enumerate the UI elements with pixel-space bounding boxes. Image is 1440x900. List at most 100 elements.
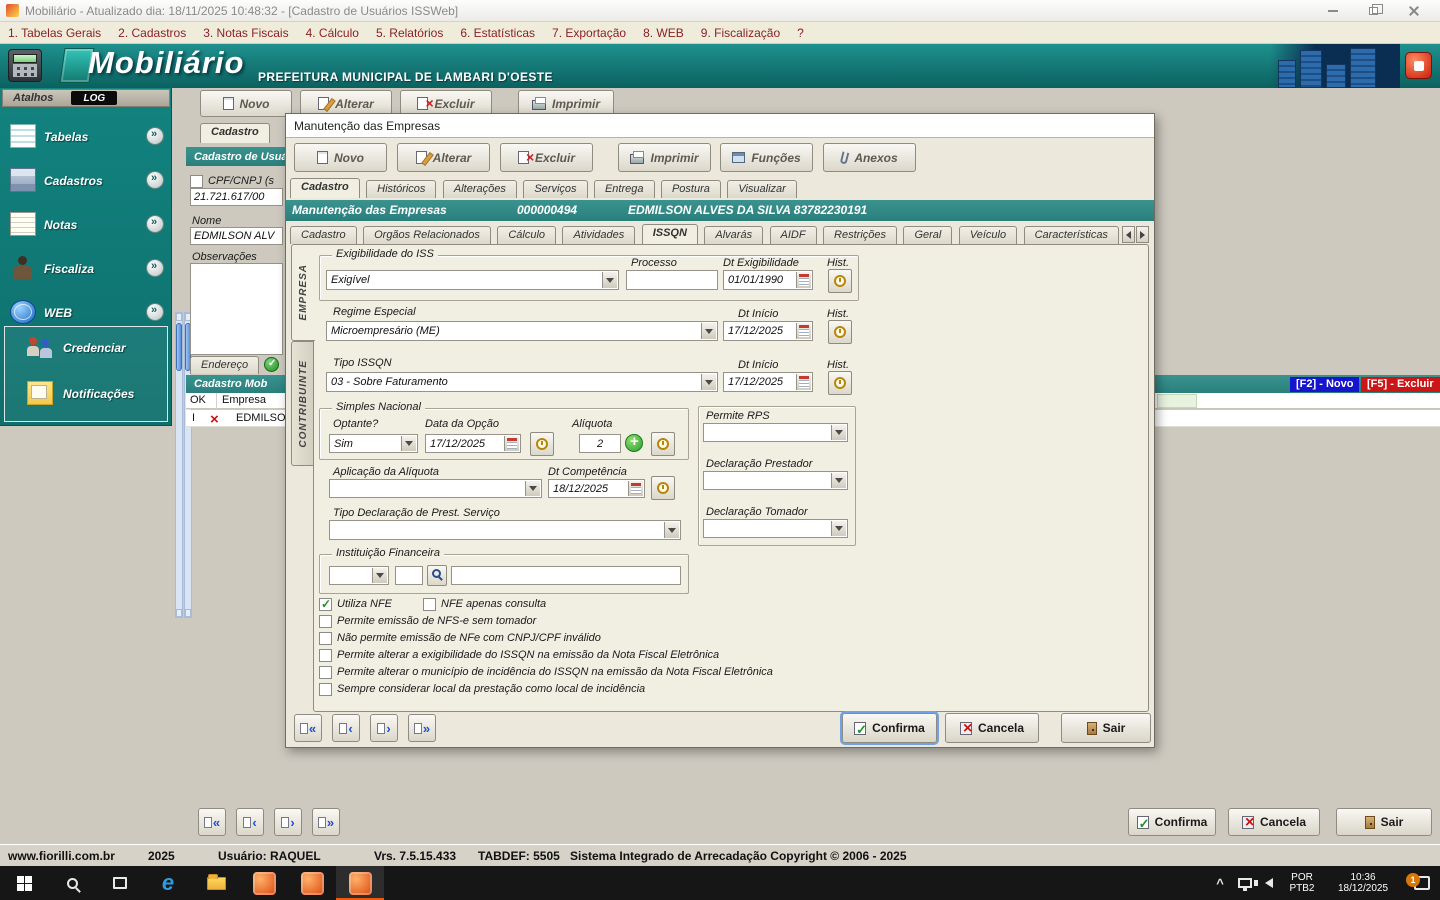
competencia-hist-button[interactable]: [651, 476, 675, 500]
data-opcao-field[interactable]: 17/12/2025: [425, 434, 521, 453]
task-view-button[interactable]: [96, 866, 144, 900]
inst-fin-codigo-field[interactable]: [395, 566, 423, 585]
menu-web[interactable]: 8. WEB: [643, 26, 684, 40]
sidebar-item-cadastros[interactable]: Cadastros: [44, 174, 103, 188]
dropdown-icon[interactable]: [831, 425, 846, 440]
tab-postura[interactable]: Postura: [661, 180, 721, 198]
cpf-field[interactable]: [190, 188, 283, 206]
tab-inner-cadastro[interactable]: Cadastro: [290, 226, 357, 244]
dropdown-icon[interactable]: [525, 481, 540, 496]
tab-scroll-left-button[interactable]: [1122, 226, 1135, 243]
dropdown-icon[interactable]: [602, 272, 617, 288]
log-button[interactable]: LOG: [71, 91, 117, 105]
modal-anexos-button[interactable]: Anexos: [823, 143, 916, 172]
menu-fiscalizacao[interactable]: 9. Fiscalização: [701, 26, 780, 40]
nfe-cnpj-invalido-checkbox[interactable]: [319, 632, 332, 645]
dropdown-icon[interactable]: [701, 374, 716, 390]
dropdown-icon[interactable]: [372, 568, 387, 583]
decl-tomador-combo[interactable]: [703, 519, 848, 538]
tab-aidf[interactable]: AIDF: [770, 226, 817, 244]
menu-exportacao[interactable]: 7. Exportação: [552, 26, 626, 40]
tipo-hist-button[interactable]: [828, 371, 852, 395]
dt-competencia-field[interactable]: 18/12/2025: [548, 479, 645, 498]
tab-orgaos-relacionados[interactable]: Orgãos Relacionados: [363, 226, 491, 244]
scroll-up-icon[interactable]: [176, 313, 182, 321]
scrollbar-thumb[interactable]: [176, 323, 182, 371]
nome-field[interactable]: [190, 227, 283, 245]
menu-notas-fiscais[interactable]: 3. Notas Fiscais: [203, 26, 288, 40]
side-tab-empresa[interactable]: EMPRESA: [291, 244, 315, 341]
atalhos-tab[interactable]: Atalhos: [13, 92, 53, 104]
vertical-scrollbar[interactable]: [175, 312, 183, 618]
alterar-exigibilidade-checkbox[interactable]: [319, 649, 332, 662]
sidebar-item-tabelas[interactable]: Tabelas: [44, 130, 88, 144]
notas-expand-icon[interactable]: [146, 215, 164, 233]
tipo-dt-inicio-field[interactable]: 17/12/2025: [723, 372, 813, 392]
tab-veiculo[interactable]: Veículo: [959, 226, 1017, 244]
language-indicator[interactable]: PORPTB2: [1282, 866, 1322, 900]
regime-hist-button[interactable]: [828, 320, 852, 344]
modal-confirma-button[interactable]: Confirma: [842, 713, 937, 743]
bg-sair-button[interactable]: Sair: [1336, 808, 1432, 836]
menu-estatisticas[interactable]: 6. Estatísticas: [460, 26, 535, 40]
close-button[interactable]: [1400, 1, 1426, 21]
calendar-icon[interactable]: [796, 272, 811, 288]
banner-exit-button[interactable]: [1405, 52, 1432, 79]
bg-cancela-button[interactable]: Cancela: [1228, 808, 1320, 836]
web-collapse-icon[interactable]: [146, 303, 164, 321]
alterar-municipio-checkbox[interactable]: [319, 666, 332, 679]
tab-calculo[interactable]: Cálculo: [497, 226, 556, 244]
volume-tray-button[interactable]: [1256, 866, 1282, 900]
calendar-icon[interactable]: [796, 323, 811, 339]
inst-fin-nome-field[interactable]: [451, 566, 681, 585]
dropdown-icon[interactable]: [701, 323, 716, 339]
inst-fin-search-button[interactable]: [427, 565, 447, 586]
observacoes-field[interactable]: [190, 263, 283, 355]
modal-nav-prev-button[interactable]: [332, 714, 360, 742]
fiorilli-app-3-button[interactable]: [336, 866, 384, 900]
minimize-button[interactable]: [1320, 1, 1346, 21]
sidebar-item-web[interactable]: WEB: [44, 306, 72, 320]
aliquota-field[interactable]: [579, 434, 621, 453]
dropdown-icon[interactable]: [831, 473, 846, 488]
tab-atividades[interactable]: Atividades: [562, 226, 635, 244]
inst-fin-tipo-combo[interactable]: [329, 566, 389, 585]
opcao-hist-button[interactable]: [530, 432, 554, 456]
decl-prestador-combo[interactable]: [703, 471, 848, 490]
bg-nav-last-button[interactable]: [312, 808, 340, 836]
sidebar-item-credenciar[interactable]: Credenciar: [63, 341, 126, 355]
exigibilidade-hist-button[interactable]: [828, 269, 852, 293]
tab-visualizar[interactable]: Visualizar: [727, 180, 797, 198]
modal-nav-last-button[interactable]: [408, 714, 436, 742]
tab-servicos[interactable]: Serviços: [523, 180, 587, 198]
sidebar-item-fiscaliza[interactable]: Fiscaliza: [44, 262, 94, 276]
menu-help[interactable]: ?: [797, 26, 804, 40]
tab-entrega[interactable]: Entrega: [594, 180, 655, 198]
tab-scroll-right-button[interactable]: [1136, 226, 1149, 243]
bg-novo-button[interactable]: Novo: [200, 90, 292, 117]
calendar-icon[interactable]: [796, 374, 811, 390]
tabelas-expand-icon[interactable]: [146, 127, 164, 145]
aplicacao-combo[interactable]: [329, 479, 542, 498]
modal-funcoes-button[interactable]: Funções: [720, 143, 813, 172]
cpf-checkbox[interactable]: [190, 175, 203, 188]
regime-dt-inicio-field[interactable]: 17/12/2025: [723, 321, 813, 341]
tab-historicos[interactable]: Históricos: [366, 180, 436, 198]
menu-cadastros[interactable]: 2. Cadastros: [118, 26, 186, 40]
modal-alterar-button[interactable]: Alterar: [397, 143, 490, 172]
utiliza-nfe-checkbox[interactable]: [319, 598, 332, 611]
clock[interactable]: 10:3618/12/2025: [1324, 866, 1402, 900]
aliquota-add-button[interactable]: [625, 434, 643, 452]
dialog-title-bar[interactable]: Manutenção das Empresas: [286, 114, 1154, 138]
modal-novo-button[interactable]: Novo: [294, 143, 387, 172]
modal-sair-button[interactable]: Sair: [1061, 713, 1151, 743]
show-hidden-icons-button[interactable]: [1206, 866, 1234, 900]
menu-calculo[interactable]: 4. Cálculo: [306, 26, 359, 40]
optante-combo[interactable]: Sim: [329, 434, 418, 453]
action-center-button[interactable]: 1: [1404, 866, 1440, 900]
side-tab-contribuinte[interactable]: CONTRIBUINTE: [291, 341, 314, 466]
modal-imprimir-button[interactable]: Imprimir: [618, 143, 711, 172]
bg-confirma-button[interactable]: Confirma: [1128, 808, 1216, 836]
calendar-icon[interactable]: [628, 481, 643, 496]
local-prestacao-checkbox[interactable]: [319, 683, 332, 696]
